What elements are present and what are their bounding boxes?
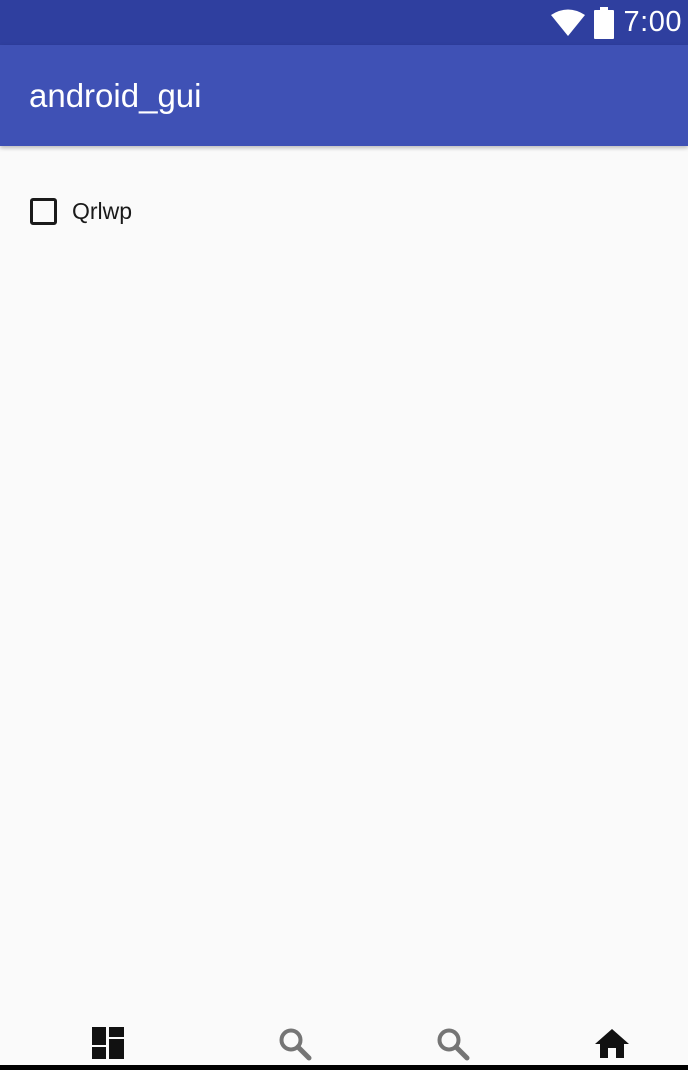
checkbox-label: Qrlwp xyxy=(72,197,133,224)
battery-icon xyxy=(593,6,614,39)
dashboard-icon xyxy=(92,1027,124,1059)
app-title: android_gui xyxy=(29,77,202,114)
wifi-icon xyxy=(550,9,585,36)
bottom-edge xyxy=(0,1065,688,1070)
nav-item-search-1[interactable] xyxy=(209,1016,381,1065)
status-icons: 7:00 xyxy=(550,0,682,45)
home-icon xyxy=(595,1029,629,1058)
search-icon xyxy=(279,1028,312,1061)
search-icon xyxy=(437,1028,470,1061)
main-content: Qrlwp xyxy=(0,146,688,1016)
nav-item-search-2[interactable] xyxy=(367,1016,539,1065)
app-bar: android_gui xyxy=(0,45,688,146)
checkbox-qrlwp[interactable]: Qrlwp xyxy=(30,194,132,228)
bottom-navigation xyxy=(0,1016,688,1065)
nav-item-home[interactable] xyxy=(526,1016,688,1065)
checkbox-box[interactable] xyxy=(30,197,57,225)
status-bar: 7:00 xyxy=(0,0,688,45)
status-clock: 7:00 xyxy=(623,6,682,38)
nav-item-dashboard[interactable] xyxy=(22,1016,194,1065)
